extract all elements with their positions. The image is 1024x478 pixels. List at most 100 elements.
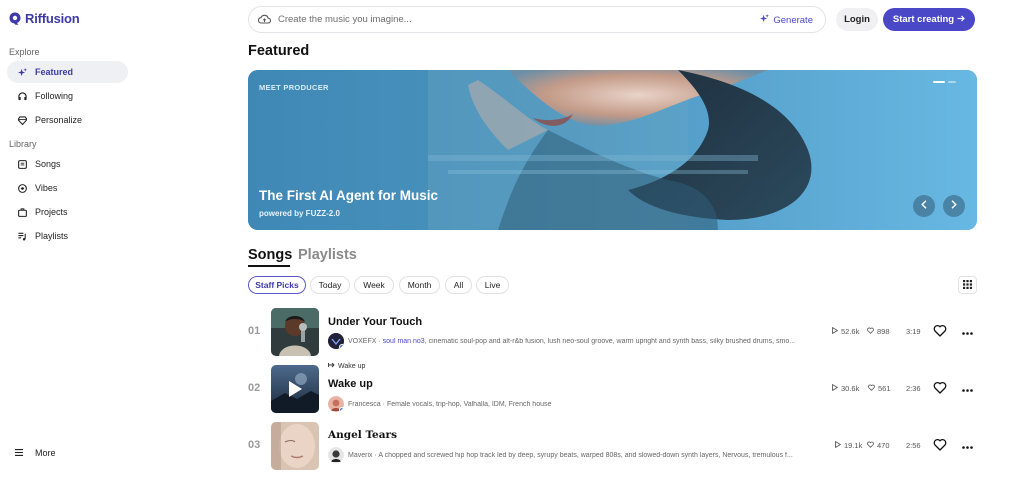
more-options-button[interactable] xyxy=(960,438,974,452)
sidebar-item-vibes[interactable]: Vibes xyxy=(7,177,128,199)
explore-section-label: Explore xyxy=(9,47,40,57)
carousel-next-button[interactable] xyxy=(943,195,965,217)
banner-title: The First AI Agent for Music xyxy=(259,188,439,203)
banner-subtitle: powered by FUZZ-2.0 xyxy=(259,209,340,218)
sidebar-item-label: Playlists xyxy=(35,231,69,241)
login-button[interactable]: Login xyxy=(836,8,878,31)
song-row[interactable]: 01 Under Your Touch VOXEFX · soul man no… xyxy=(248,308,978,358)
sidebar-item-playlists[interactable]: Playlists xyxy=(7,225,128,247)
plays-stat: 52.6k xyxy=(832,326,859,336)
more-options-button[interactable] xyxy=(960,381,974,395)
song-title[interactable]: Angel Tears xyxy=(328,429,397,441)
riffusion-logo-icon xyxy=(9,12,21,25)
song-description-line: VOXEFX · soul man no3, cinematic soul-po… xyxy=(348,338,795,345)
filter-month[interactable]: Month xyxy=(399,276,440,294)
sidebar: Riffusion Explore Featured Following Per… xyxy=(0,0,140,478)
play-count: 19.1k xyxy=(844,441,863,450)
carousel-prev-button[interactable] xyxy=(913,195,935,217)
song-meta: VOXEFX · soul man no3, cinematic soul-po… xyxy=(328,333,820,349)
sidebar-item-label: Projects xyxy=(35,207,68,217)
song-duration: 2:36 xyxy=(906,384,921,393)
tab-songs[interactable]: Songs xyxy=(248,247,292,263)
song-duration: 2:56 xyxy=(906,441,921,450)
chevron-left-icon xyxy=(921,200,927,212)
song-description: Female vocals, trip-hop, Valhalla, IDM, … xyxy=(386,400,552,408)
playlist-icon xyxy=(18,232,27,241)
tab-playlists[interactable]: Playlists xyxy=(298,247,357,263)
gem-icon xyxy=(18,115,27,125)
music-box-icon xyxy=(18,159,27,169)
banner-eyebrow: MEET PRODUCER xyxy=(259,83,329,92)
briefcase-icon xyxy=(18,207,27,217)
artist-name[interactable]: Maverix xyxy=(348,452,373,459)
song-title[interactable]: Wake up xyxy=(328,378,373,390)
artist-avatar[interactable] xyxy=(328,396,344,412)
sidebar-item-songs[interactable]: Songs xyxy=(7,153,128,175)
heart-icon xyxy=(933,324,947,342)
app-name: Riffusion xyxy=(25,11,80,26)
logo[interactable]: Riffusion xyxy=(9,11,80,26)
sidebar-item-projects[interactable]: Projects xyxy=(7,201,128,223)
more-menu-button[interactable]: More xyxy=(15,448,56,458)
filter-today[interactable]: Today xyxy=(310,276,350,294)
headphones-icon xyxy=(18,91,27,101)
song-meta: Maverix · A chopped and screwed hip hop … xyxy=(328,447,820,463)
plays-stat: 30.6k xyxy=(832,383,860,393)
song-cover[interactable] xyxy=(271,422,319,470)
chevron-right-icon xyxy=(951,200,957,212)
separator-dot: · xyxy=(374,451,377,459)
song-title[interactable]: Under Your Touch xyxy=(328,316,422,328)
artist-name[interactable]: Francesca xyxy=(348,401,381,408)
artist-name[interactable]: VOXEFX xyxy=(348,338,376,345)
filter-staff-picks[interactable]: Staff Picks xyxy=(248,276,306,294)
banner-artwork xyxy=(248,70,977,230)
start-creating-button[interactable]: Start creating xyxy=(883,8,975,31)
like-count: 561 xyxy=(878,384,891,393)
filter-week[interactable]: Week xyxy=(354,276,394,294)
create-prompt-input[interactable] xyxy=(278,14,748,25)
more-label: More xyxy=(35,448,56,458)
play-count: 30.6k xyxy=(841,384,860,393)
song-tag-link[interactable]: soul man no3 xyxy=(383,338,425,345)
featured-heading: Featured xyxy=(248,43,310,59)
heart-icon xyxy=(933,381,947,399)
artist-avatar[interactable] xyxy=(328,447,344,463)
like-button[interactable] xyxy=(933,324,947,338)
sidebar-item-label: Vibes xyxy=(35,183,58,193)
sidebar-item-personalize[interactable]: Personalize xyxy=(7,109,128,131)
like-button[interactable] xyxy=(933,438,947,452)
artist-avatar[interactable] xyxy=(328,333,344,349)
sparkle-icon xyxy=(18,67,27,77)
verified-badge-icon xyxy=(339,407,344,412)
carousel-dot[interactable] xyxy=(948,81,956,83)
play-overlay-icon xyxy=(289,381,302,397)
arrow-right-icon xyxy=(957,14,965,25)
redo-arrow-icon xyxy=(328,362,335,370)
song-row[interactable]: 02 Wake up Wake up Francesca · Female vo… xyxy=(248,362,978,415)
sidebar-item-label: Songs xyxy=(35,159,61,169)
filter-all[interactable]: All xyxy=(445,276,472,294)
generate-button[interactable]: Generate xyxy=(760,14,813,26)
sidebar-item-following[interactable]: Following xyxy=(7,85,128,107)
likes-stat: 470 xyxy=(867,441,890,450)
filter-live[interactable]: Live xyxy=(476,276,509,294)
grid-view-button[interactable] xyxy=(958,276,977,294)
like-button[interactable] xyxy=(933,381,947,395)
featured-banner[interactable]: MEET PRODUCER The First AI Agent for Mus… xyxy=(248,70,977,230)
plays-stat: 19.1k xyxy=(835,440,863,450)
start-creating-label: Start creating xyxy=(892,14,955,25)
more-options-button[interactable] xyxy=(960,324,974,338)
song-cover[interactable] xyxy=(271,308,319,356)
song-rank: 01 xyxy=(248,325,261,337)
sidebar-item-featured[interactable]: Featured xyxy=(7,61,128,83)
likes-stat: 898 xyxy=(867,327,890,336)
song-context-tag[interactable]: Wake up xyxy=(328,362,365,370)
play-outline-icon xyxy=(832,326,839,336)
separator-dot: · xyxy=(382,400,385,408)
upload-cloud-icon[interactable] xyxy=(257,11,272,29)
carousel-dot-active[interactable] xyxy=(933,81,945,83)
song-row[interactable]: 03 Angel Tears Maverix · A chopped and s… xyxy=(248,422,978,472)
song-cover[interactable] xyxy=(271,365,319,413)
hamburger-icon xyxy=(15,448,23,458)
sidebar-item-label: Personalize xyxy=(35,115,83,125)
